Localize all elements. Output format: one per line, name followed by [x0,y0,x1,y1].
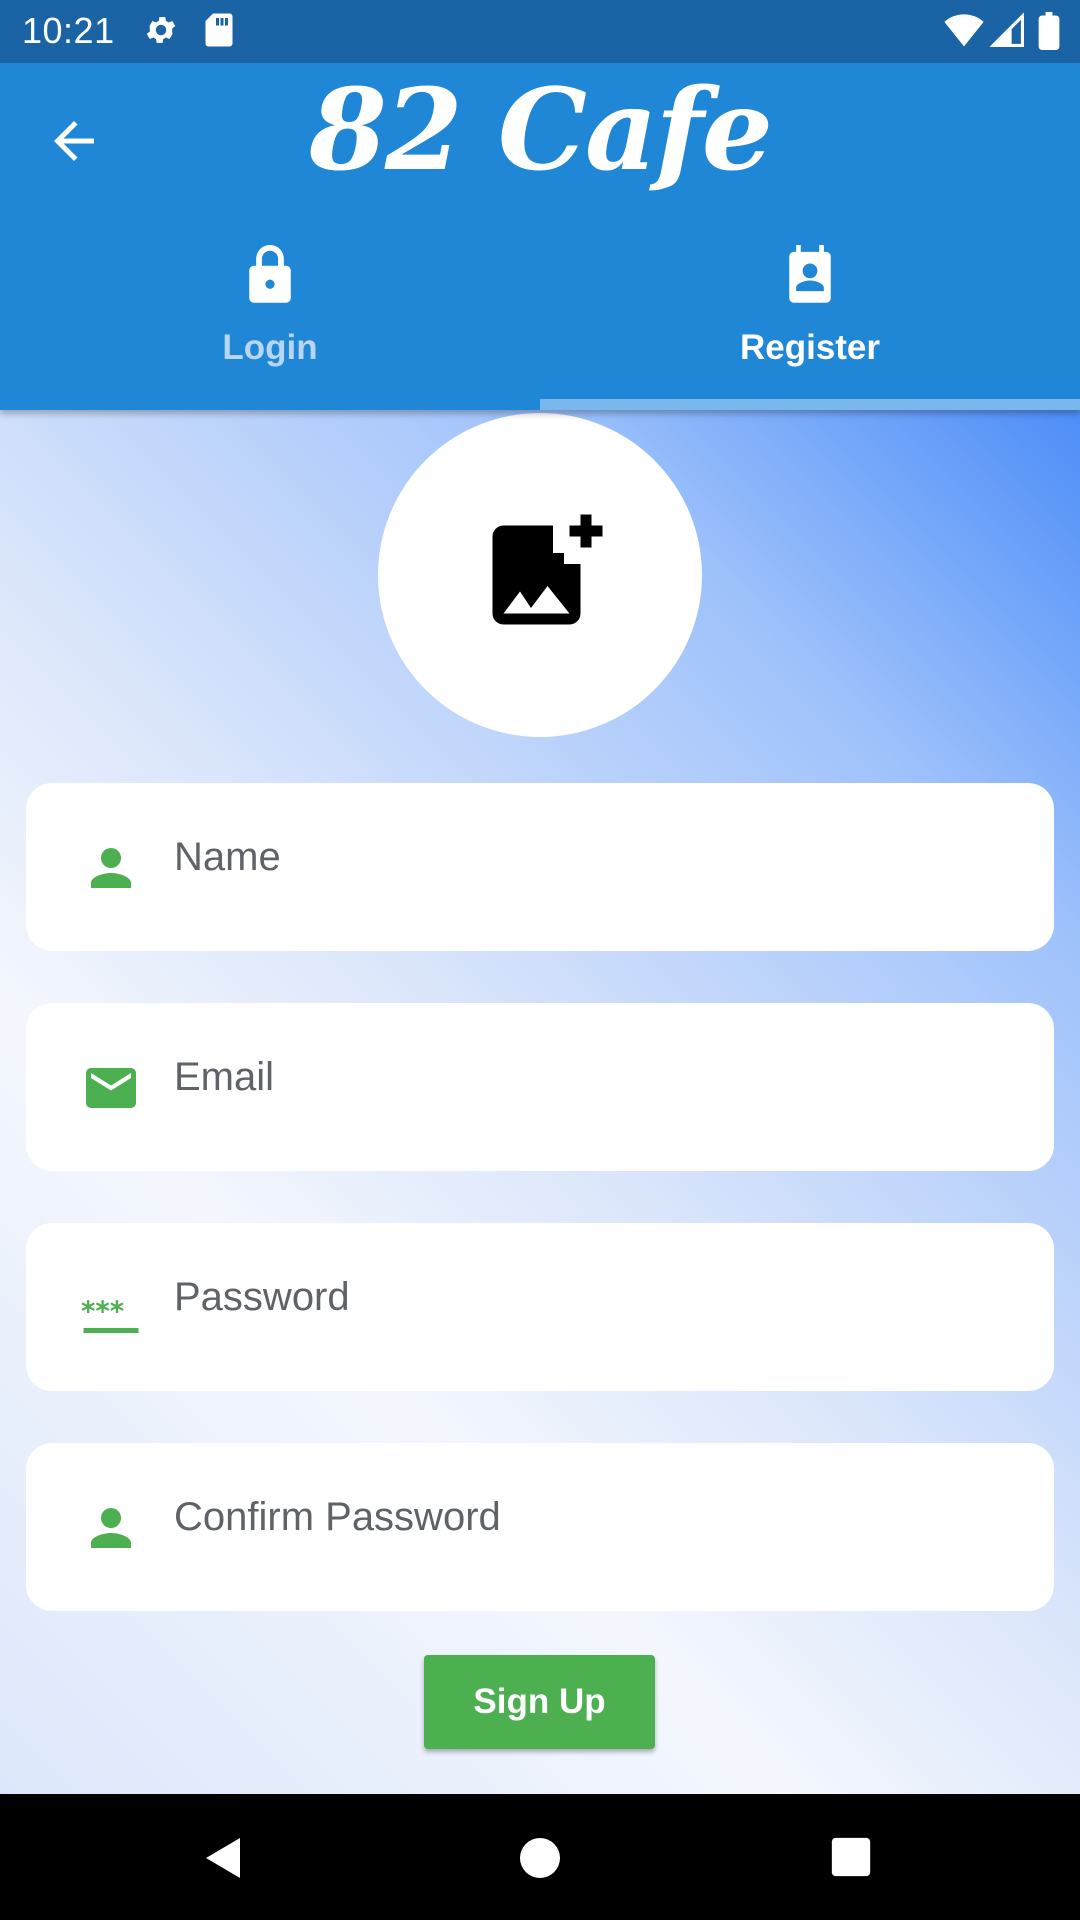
recents-square-icon [831,1837,871,1877]
status-time: 10:21 [22,10,115,51]
tab-login-label: Login [222,328,318,367]
person-icon [91,1508,131,1548]
tab-login[interactable]: Login [0,233,540,410]
contact-badge-icon [789,245,831,303]
sd-card-icon [203,12,235,53]
profile-photo-picker[interactable] [378,413,702,737]
lock-icon [249,245,291,303]
add-photo-icon [492,514,603,625]
email-placeholder: Email [174,1055,275,1099]
mail-icon [86,1068,136,1108]
nav-recents-button[interactable] [828,1834,876,1882]
gear-icon [143,12,179,53]
confirm-password-field[interactable]: Confirm Password [26,1443,1054,1611]
name-field[interactable]: Name [26,783,1054,951]
sign-up-button[interactable]: Sign Up [424,1655,655,1749]
svg-text:***: *** [81,1296,124,1328]
system-nav-bar [0,1794,1080,1920]
signal-icon [989,12,1024,53]
home-circle-icon [520,1838,560,1878]
password-field[interactable]: *** Password [26,1223,1054,1391]
back-triangle-icon [206,1838,240,1878]
register-form: Name Email *** Password Confirm Password… [0,410,1080,1794]
battery-icon [1038,12,1060,55]
status-bar: 10:21 [0,0,1080,63]
password-placeholder: Password [174,1275,350,1319]
wifi-icon [944,12,984,53]
confirm-password-placeholder: Confirm Password [174,1495,501,1539]
app-title: 82 Cafe [309,65,773,196]
person-icon [91,848,131,888]
email-field[interactable]: Email [26,1003,1054,1171]
tab-register[interactable]: Register [540,233,1080,410]
app-bar: 82 Cafe Login Register [0,63,1080,410]
name-placeholder: Name [174,835,281,879]
password-icon: *** [81,1296,139,1333]
tab-register-label: Register [739,328,881,367]
nav-home-button[interactable] [516,1834,564,1882]
nav-back-button[interactable] [200,1834,248,1882]
tab-indicator [540,399,1080,410]
